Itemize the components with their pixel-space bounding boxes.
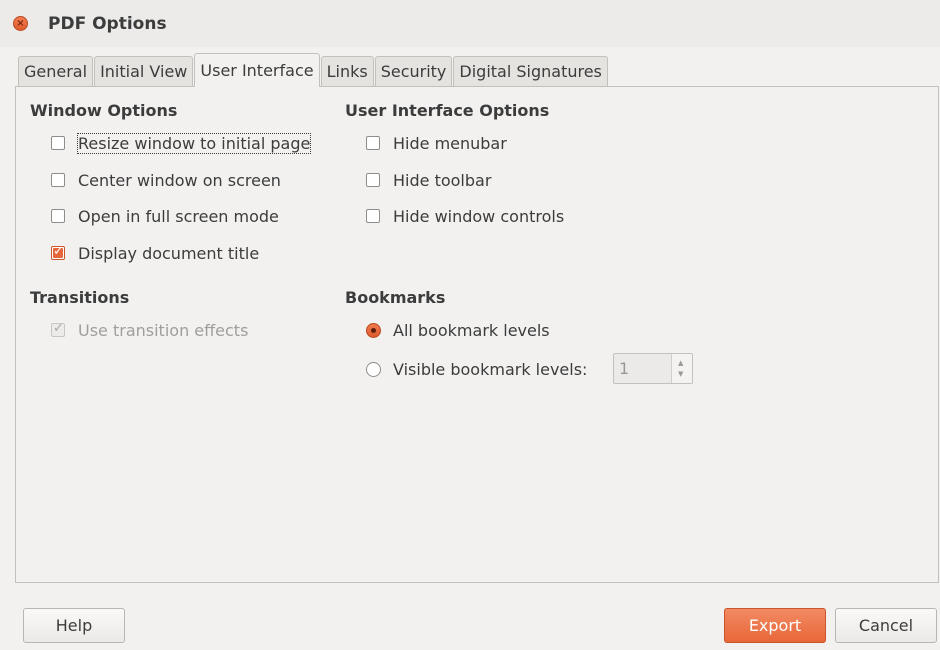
full-screen-label: Open in full screen mode [78, 206, 279, 226]
hide-window-controls-option[interactable]: Hide window controls [366, 205, 564, 227]
hide-menubar-option[interactable]: Hide menubar [366, 132, 507, 154]
help-button[interactable]: Help [23, 608, 125, 643]
display-title-option[interactable]: ✓ Display document title [51, 242, 259, 264]
title-bar: × PDF Options [0, 0, 940, 47]
close-icon[interactable]: × [13, 16, 28, 31]
hide-toolbar-label: Hide toolbar [393, 170, 492, 190]
transition-effects-label: Use transition effects [78, 320, 249, 340]
tab-initial-view[interactable]: Initial View [94, 56, 194, 87]
transition-effects-checkbox: ✓ [51, 321, 65, 337]
center-window-checkbox[interactable] [51, 173, 65, 187]
hide-window-controls-checkbox[interactable] [366, 209, 380, 223]
bookmark-levels-spinbox: 1 ▲ ▼ [613, 353, 693, 384]
hide-menubar-checkbox[interactable] [366, 136, 380, 150]
dialog-title: PDF Options [48, 14, 167, 34]
transitions-heading: Transitions [30, 288, 130, 307]
tab-general[interactable]: General [18, 56, 94, 87]
hide-toolbar-option[interactable]: Hide toolbar [366, 169, 491, 191]
center-window-label: Center window on screen [78, 170, 281, 190]
visible-bookmark-levels-radio[interactable] [366, 361, 381, 377]
check-icon: ✓ [53, 244, 64, 259]
display-title-checkbox[interactable]: ✓ [51, 244, 65, 260]
tab-links[interactable]: Links [320, 56, 374, 87]
spin-down-icon: ▼ [678, 370, 684, 378]
transition-effects-option: ✓ Use transition effects [51, 319, 248, 341]
full-screen-checkbox[interactable] [51, 209, 65, 223]
tab-bar: General Initial View User Interface Link… [18, 53, 609, 87]
spin-up-icon: ▲ [678, 359, 684, 367]
all-bookmark-levels-radio[interactable] [366, 322, 381, 338]
hide-window-controls-label: Hide window controls [393, 206, 565, 226]
bookmark-levels-value: 1 [619, 359, 630, 378]
all-bookmark-levels-option[interactable]: All bookmark levels [366, 319, 550, 341]
full-screen-option[interactable]: Open in full screen mode [51, 205, 279, 227]
hide-toolbar-checkbox[interactable] [366, 173, 380, 187]
spin-buttons: ▲ ▼ [671, 354, 692, 383]
visible-bookmark-levels-option[interactable]: Visible bookmark levels: [366, 358, 587, 380]
resize-window-checkbox[interactable] [51, 136, 65, 150]
visible-bookmark-levels-label: Visible bookmark levels: [393, 359, 588, 379]
resize-window-option[interactable]: Resize window to initial page [51, 132, 312, 154]
tab-user-interface[interactable]: User Interface [194, 53, 320, 87]
all-bookmark-levels-label: All bookmark levels [393, 320, 550, 340]
display-title-label: Display document title [78, 243, 260, 263]
resize-window-label: Resize window to initial page [76, 132, 312, 154]
check-icon: ✓ [53, 321, 64, 336]
bookmarks-heading: Bookmarks [345, 288, 446, 307]
tab-security[interactable]: Security [374, 56, 453, 87]
cancel-button[interactable]: Cancel [835, 608, 937, 643]
hide-menubar-label: Hide menubar [393, 133, 507, 153]
export-button[interactable]: Export [724, 608, 826, 643]
tab-digital-signatures[interactable]: Digital Signatures [453, 56, 608, 87]
ui-options-heading: User Interface Options [345, 101, 550, 120]
window-options-heading: Window Options [30, 101, 178, 120]
center-window-option[interactable]: Center window on screen [51, 169, 281, 191]
